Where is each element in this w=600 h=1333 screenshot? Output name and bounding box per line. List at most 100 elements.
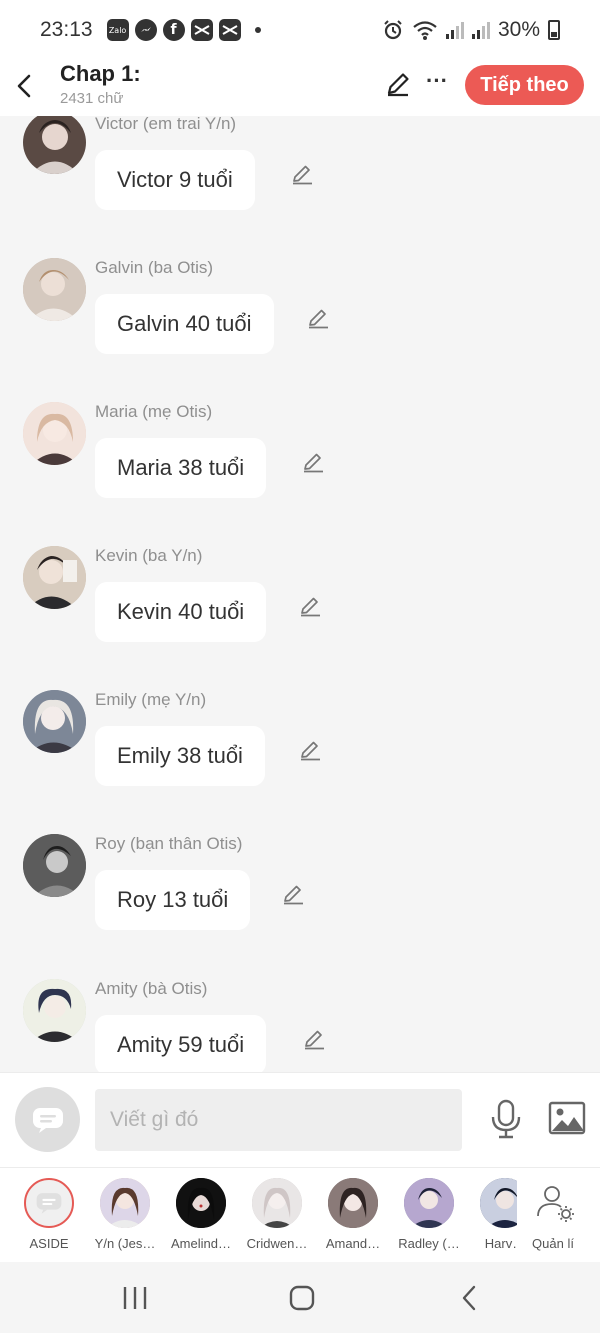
sender-name: Galvin (ba Otis) xyxy=(95,258,214,277)
edit-message-button[interactable] xyxy=(290,162,314,186)
character-selector: ASIDE Y/n (Jes… Amelind… Cridwen… Amand…… xyxy=(0,1167,600,1262)
alarm-icon xyxy=(384,20,402,40)
avatar[interactable] xyxy=(23,546,86,609)
recent-apps-icon xyxy=(123,1287,147,1309)
character-label: ASIDE xyxy=(29,1236,69,1251)
chapter-header: Chap 1: 2431 chữ ··· Tiếp theo xyxy=(0,60,600,116)
message-list[interactable]: Victor (em trai Y/n) Victor 9 tuổi Galvi… xyxy=(0,116,600,1072)
character-item-aside[interactable]: ASIDE xyxy=(13,1178,85,1258)
more-notifications-dot xyxy=(254,27,261,33)
character-label: Y/n (Jes… xyxy=(94,1236,156,1251)
avatar xyxy=(252,1178,302,1228)
character-label: Quản lí xyxy=(532,1236,574,1251)
avatar xyxy=(328,1178,378,1228)
edit-message-button[interactable] xyxy=(306,306,330,330)
back-arrow-icon xyxy=(17,74,31,98)
pencil-icon xyxy=(304,453,323,473)
character-label: Amand… xyxy=(325,1236,381,1251)
edit-title-button[interactable] xyxy=(384,70,412,98)
character-item[interactable]: Y/n (Jes… xyxy=(89,1178,161,1258)
character-item[interactable]: Amelind… xyxy=(165,1178,237,1258)
message-bubble[interactable]: Amity 59 tuổi xyxy=(95,1015,267,1072)
message-input[interactable] xyxy=(95,1089,462,1151)
sender-name: Kevin (ba Y/n) xyxy=(95,546,203,565)
message-bubble[interactable]: Victor 9 tuổi xyxy=(95,150,255,210)
message-bubble[interactable]: Kevin 40 tuổi xyxy=(95,582,267,642)
sender-name: Victor (em trai Y/n) xyxy=(95,116,237,133)
image-button[interactable] xyxy=(548,1101,586,1135)
edit-message-button[interactable] xyxy=(302,1027,326,1051)
facebook-icon: f xyxy=(162,19,185,41)
edit-message-button[interactable] xyxy=(298,738,322,762)
pencil-icon xyxy=(293,165,312,185)
notification-icons: Zalo f xyxy=(106,19,261,41)
next-button[interactable]: Tiếp theo xyxy=(465,65,584,105)
character-item[interactable]: Harv… xyxy=(469,1178,517,1258)
message-bubble[interactable]: Maria 38 tuổi xyxy=(95,438,267,498)
pencil-icon xyxy=(309,309,328,329)
avatar[interactable] xyxy=(23,258,86,321)
status-bar: 23:13 Zalo f 30% xyxy=(0,0,600,60)
character-label: Cridwen… xyxy=(246,1236,308,1251)
character-item[interactable]: Amand… xyxy=(317,1178,389,1258)
avatar xyxy=(176,1178,226,1228)
message-bubble[interactable]: Emily 38 tuổi xyxy=(95,726,265,786)
chat-bubble-icon xyxy=(32,1107,63,1133)
word-count: 2431 chữ xyxy=(60,90,124,107)
messenger-icon xyxy=(134,19,157,41)
system-nav-bar xyxy=(0,1262,600,1333)
pencil-icon xyxy=(284,885,303,905)
edit-message-button[interactable] xyxy=(281,882,305,906)
message-bubble[interactable]: Galvin 40 tuổi xyxy=(95,294,274,354)
wifi-icon xyxy=(413,21,437,40)
compose-bar xyxy=(0,1072,600,1167)
status-time: 23:13 xyxy=(40,18,93,41)
battery-percent: 30% xyxy=(497,18,540,41)
sender-name: Amity (bà Otis) xyxy=(95,979,208,998)
page-title: Chap 1: xyxy=(60,61,141,86)
pencil-icon xyxy=(387,73,409,97)
image-icon xyxy=(548,1101,586,1135)
character-label: Radley (… xyxy=(398,1236,460,1251)
character-item[interactable]: Cridwen… xyxy=(241,1178,313,1258)
sender-name: Maria (mẹ Otis) xyxy=(95,402,213,421)
message-bubble[interactable]: Roy 13 tuổi xyxy=(95,870,251,930)
zalo-icon: Zalo xyxy=(106,19,129,41)
edit-message-button[interactable] xyxy=(301,450,325,474)
sender-name: Roy (bạn thân Otis) xyxy=(95,834,243,853)
avatar xyxy=(100,1178,150,1228)
battery-icon xyxy=(548,20,560,40)
recent-apps-button[interactable] xyxy=(120,1284,150,1312)
character-item[interactable]: Radley (… xyxy=(393,1178,465,1258)
back-icon xyxy=(462,1285,476,1311)
avatar xyxy=(404,1178,454,1228)
system-back-button[interactable] xyxy=(455,1284,485,1312)
more-options-button[interactable]: ··· xyxy=(424,70,450,98)
avatar[interactable] xyxy=(23,402,86,465)
manage-characters-button[interactable]: Quản lí xyxy=(517,1178,589,1258)
microphone-icon xyxy=(491,1099,521,1139)
sender-name: Emily (mẹ Y/n) xyxy=(95,690,207,709)
system-icons: 30% xyxy=(382,18,560,42)
avatar[interactable] xyxy=(23,979,86,1042)
manage-icon-wrap xyxy=(528,1178,578,1228)
chat-bubble-icon xyxy=(36,1193,62,1214)
back-button[interactable] xyxy=(10,68,38,104)
pencil-icon xyxy=(305,1030,324,1050)
title-block: Chap 1: 2431 chữ xyxy=(60,60,141,110)
user-settings-icon xyxy=(537,1186,574,1222)
signal-icon xyxy=(445,21,464,39)
avatar[interactable] xyxy=(23,116,86,174)
home-icon xyxy=(289,1285,315,1311)
avatar xyxy=(480,1178,517,1228)
edit-message-button[interactable] xyxy=(298,594,322,618)
capcut-icon xyxy=(218,19,241,41)
aside-avatar xyxy=(24,1178,74,1228)
aside-toggle-button[interactable] xyxy=(15,1087,80,1152)
capcut-icon xyxy=(190,19,213,41)
avatar[interactable] xyxy=(23,834,86,897)
home-button[interactable] xyxy=(287,1284,317,1312)
microphone-button[interactable] xyxy=(488,1099,524,1139)
avatar[interactable] xyxy=(23,690,86,753)
pencil-icon xyxy=(301,741,320,761)
